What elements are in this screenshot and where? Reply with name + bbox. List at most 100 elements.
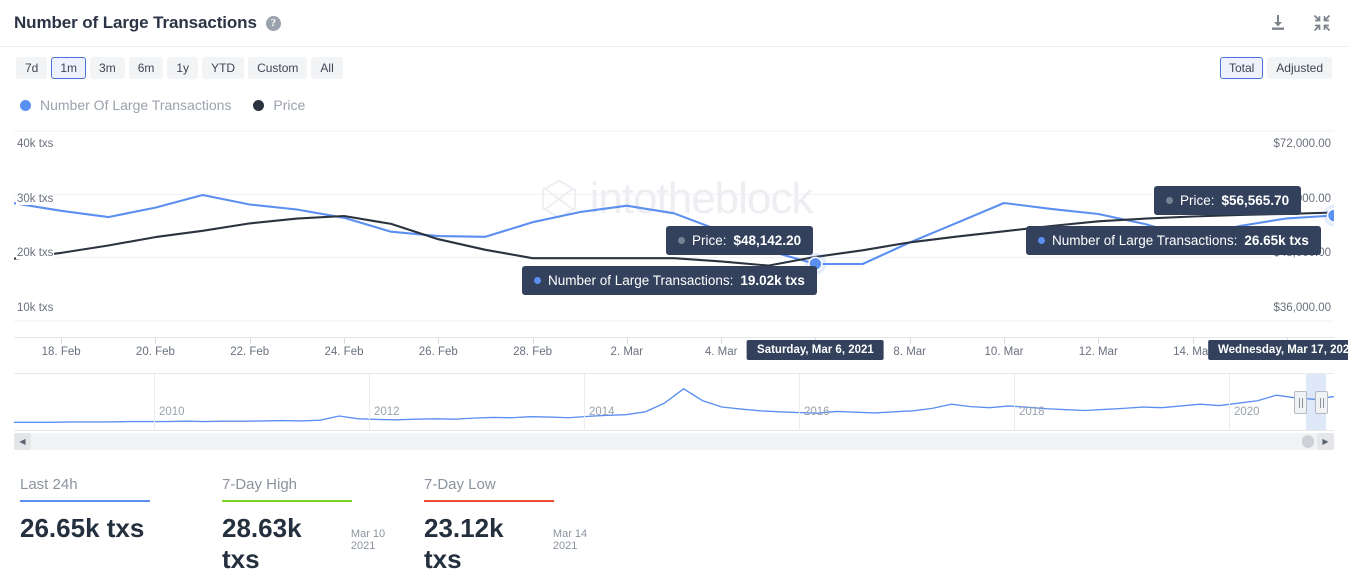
x-axis-tick-mark bbox=[721, 338, 723, 344]
summary-stats: Last 24h 26.65k txs 7-Day High 28.63k tx… bbox=[0, 450, 1348, 575]
x-axis-tick-mark bbox=[438, 338, 440, 344]
y-axis-tick-10k: 10k txs bbox=[16, 302, 55, 314]
navigator-year-label: 2014 bbox=[589, 406, 615, 418]
x-axis-tick-mark bbox=[249, 338, 251, 344]
tooltip-transactions-dot bbox=[1038, 237, 1045, 244]
navigator-year-label: 2018 bbox=[1019, 406, 1045, 418]
stat-label: Last 24h bbox=[20, 476, 78, 493]
range-button-ytd[interactable]: YTD bbox=[202, 56, 245, 79]
stat-rule bbox=[424, 500, 554, 502]
tooltip-price-value: $56,565.70 bbox=[1221, 193, 1290, 208]
tooltip-price-mar6: Price: $48,142.20 bbox=[666, 226, 814, 255]
mode-button-total[interactable]: Total bbox=[1219, 56, 1264, 79]
tooltip-price-dot bbox=[678, 237, 685, 244]
navigator-year-label: 2010 bbox=[159, 406, 185, 418]
chart-legend: Number Of Large Transactions Price bbox=[0, 88, 1348, 122]
stat-value-row: 28.63k txs Mar 10 2021 bbox=[222, 513, 412, 575]
range-navigator[interactable]: 2010 2012 2014 2016 2018 2020 bbox=[14, 373, 1334, 431]
scrollbar-right-arrow[interactable]: ▶ bbox=[1317, 433, 1334, 450]
x-axis-tick-mark bbox=[532, 338, 534, 344]
range-button-1y[interactable]: 1y bbox=[167, 56, 199, 79]
tooltip-price-label: Price: bbox=[692, 233, 727, 248]
stat-label: 7-Day Low bbox=[424, 476, 496, 493]
legend-label-price: Price bbox=[273, 97, 306, 113]
stat-label: 7-Day High bbox=[222, 476, 298, 493]
x-axis-tick-label: 20. Feb bbox=[135, 346, 175, 358]
stat-last-24h: Last 24h 26.65k txs bbox=[20, 476, 210, 575]
stat-value: 23.12k txs bbox=[424, 513, 504, 574]
tooltip-transactions-mar17: Number of Large Transactions: 26.65k txs bbox=[1026, 226, 1321, 255]
navigator-right-handle[interactable] bbox=[1315, 391, 1328, 414]
tooltip-price-label: Price: bbox=[1180, 193, 1215, 208]
stat-value-row: 23.12k txs Mar 14 2021 bbox=[424, 513, 614, 575]
x-axis-tick-label: Saturday, Mar 6, 2021 bbox=[747, 340, 884, 360]
range-button-3m[interactable]: 3m bbox=[90, 56, 125, 79]
chart-plot-area[interactable]: intotheblock 10k txs 20k txs 30k txs 40k… bbox=[14, 122, 1334, 337]
x-axis-tick-mark bbox=[61, 338, 63, 344]
y2-axis-tick-72000: $72,000.00 bbox=[1272, 138, 1332, 150]
x-axis-tick-label: 12. Mar bbox=[1078, 346, 1118, 358]
tooltip-transactions-dot bbox=[534, 277, 541, 284]
x-axis-tick-label: 14. Mar bbox=[1173, 346, 1213, 358]
range-button-custom[interactable]: Custom bbox=[248, 56, 308, 79]
stat-date: Mar 14 2021 bbox=[552, 528, 588, 552]
legend-item-transactions[interactable]: Number Of Large Transactions bbox=[20, 97, 231, 113]
legend-label-transactions: Number Of Large Transactions bbox=[40, 97, 232, 113]
navigator-gridline bbox=[1014, 374, 1015, 430]
x-axis-tick-label: 28. Feb bbox=[513, 346, 553, 358]
x-axis-tick-mark bbox=[1004, 338, 1005, 344]
navigator-gridline bbox=[1229, 374, 1230, 430]
x-axis-tick-label: 18. Feb bbox=[41, 346, 81, 358]
x-axis-tick-mark bbox=[626, 338, 628, 344]
stat-rule bbox=[20, 500, 150, 502]
x-axis-tick-label: Wednesday, Mar 17, 2021 bbox=[1208, 340, 1348, 360]
navigator-year-label: 2016 bbox=[804, 406, 830, 418]
stat-date: Mar 10 2021 bbox=[350, 528, 386, 552]
y-axis-tick-30k: 30k txs bbox=[16, 193, 55, 205]
tooltip-price-dot bbox=[1166, 197, 1173, 204]
chart-header: Number of Large Transactions ? bbox=[0, 0, 1348, 47]
question-mark-circle-icon[interactable]: ? bbox=[265, 15, 281, 31]
x-axis-tick-mark bbox=[1192, 338, 1194, 344]
range-button-7d[interactable]: 7d bbox=[16, 56, 48, 79]
y2-axis-tick-36000: $36,000.00 bbox=[1272, 302, 1332, 314]
navigator-left-handle[interactable] bbox=[1294, 391, 1307, 414]
range-button-6m[interactable]: 6m bbox=[128, 56, 164, 79]
x-axis-tick-label: 4. Mar bbox=[704, 346, 738, 358]
y-axis-tick-40k: 40k txs bbox=[16, 138, 55, 150]
stat-7-day-high: 7-Day High 28.63k txs Mar 10 2021 bbox=[222, 476, 412, 575]
tooltip-transactions-value: 26.65k txs bbox=[1244, 233, 1309, 248]
x-axis-tick-label: 24. Feb bbox=[324, 346, 364, 358]
x-axis-tick-label: 8. Mar bbox=[893, 346, 926, 358]
header-actions bbox=[1268, 13, 1332, 33]
tooltip-transactions-label: Number of Large Transactions: bbox=[1052, 233, 1238, 248]
tooltip-price-value: $48,142.20 bbox=[733, 233, 802, 248]
range-button-all[interactable]: All bbox=[311, 56, 343, 79]
navigator-gridline bbox=[799, 374, 800, 430]
legend-item-price[interactable]: Price bbox=[253, 97, 305, 113]
scrollbar-thumb[interactable] bbox=[1302, 435, 1314, 448]
mode-button-adjusted[interactable]: Adjusted bbox=[1267, 56, 1332, 79]
navigator-gridline bbox=[154, 374, 155, 430]
tooltip-price-mar17: Price: $56,565.70 bbox=[1154, 186, 1302, 215]
stat-value-row: 26.65k txs bbox=[20, 513, 210, 544]
collapse-arrows-icon[interactable] bbox=[1312, 13, 1332, 33]
tooltip-transactions-label: Number of Large Transactions: bbox=[548, 273, 734, 288]
y-axis-tick-20k: 20k txs bbox=[16, 247, 55, 259]
tooltip-transactions-mar6: Number of Large Transactions: 19.02k txs bbox=[522, 266, 817, 295]
range-selector: 7d 1m 3m 6m 1y YTD Custom All bbox=[16, 56, 343, 79]
stat-value: 26.65k txs bbox=[20, 513, 145, 543]
navigator-sparkline bbox=[14, 388, 1334, 423]
x-axis-tick-label: 2. Mar bbox=[610, 346, 644, 358]
x-axis-tick-mark bbox=[1098, 338, 1100, 344]
navigator-year-label: 2020 bbox=[1234, 406, 1260, 418]
stat-value: 28.63k txs bbox=[222, 513, 302, 574]
x-axis-tick-label: 10. Mar bbox=[984, 346, 1024, 358]
range-button-1m[interactable]: 1m bbox=[51, 56, 87, 79]
chart-scrollbar[interactable]: ◀ ▶ bbox=[14, 433, 1334, 450]
legend-color-dot bbox=[253, 99, 265, 111]
x-axis-tick-mark bbox=[344, 338, 345, 344]
download-icon[interactable] bbox=[1268, 13, 1288, 33]
scrollbar-left-arrow[interactable]: ◀ bbox=[14, 433, 31, 450]
stat-rule bbox=[222, 500, 352, 502]
